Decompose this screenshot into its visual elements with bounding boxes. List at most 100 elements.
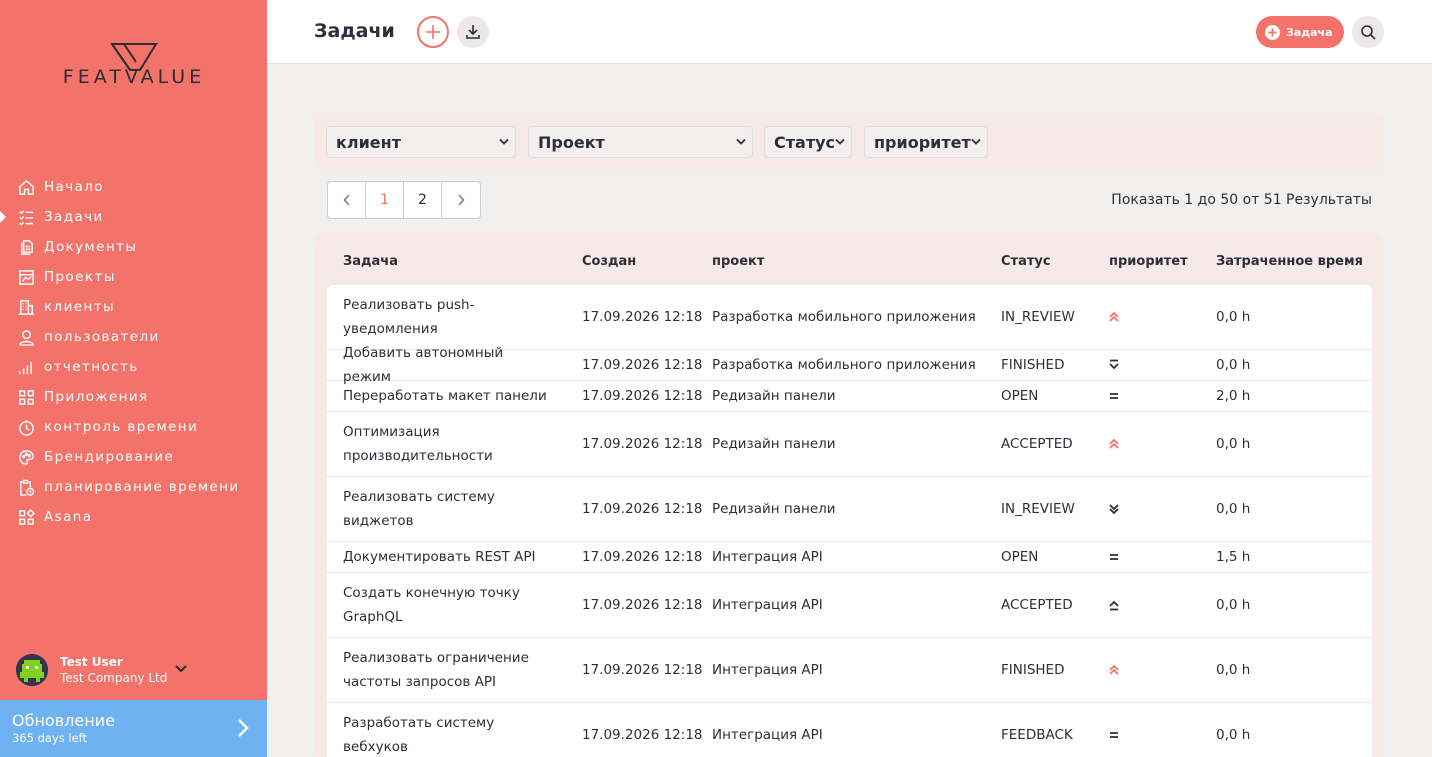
table-row[interactable]: Разработать систему вебхуков 17.09.2026 1… [327, 703, 1372, 757]
chevron-down-icon [499, 138, 509, 145]
avatar [16, 654, 48, 686]
column-header-priority[interactable]: приоритет [1109, 254, 1188, 269]
column-header-status[interactable]: Статус [1001, 254, 1051, 269]
time-spent-cell: 0,0 h [1216, 357, 1251, 373]
sidebar-item-documents[interactable]: Документы [0, 232, 267, 262]
status-cell: OPEN [1001, 549, 1039, 565]
column-header-task[interactable]: Задача [343, 254, 398, 269]
update-title: Обновление [12, 711, 115, 730]
priority-highest-icon [1107, 663, 1121, 677]
column-header-created[interactable]: Создан [582, 254, 636, 269]
project-cell: Редизайн панели [712, 388, 836, 404]
next-page-button[interactable] [442, 182, 480, 218]
created-cell: 17.09.2026 12:18 [582, 309, 703, 325]
sidebar-item-timer[interactable]: контроль времени [0, 412, 267, 442]
user-company: Test Company Ltd [60, 671, 168, 685]
reporting-icon [17, 358, 35, 376]
table-row[interactable]: Оптимизация производительности 17.09.2026… [327, 412, 1372, 477]
new-task-label: Задача [1286, 25, 1333, 39]
search-button[interactable] [1352, 16, 1384, 48]
status-cell: IN_REVIEW [1001, 309, 1075, 325]
task-name-cell[interactable]: Реализовать ограничение частоты запросов… [343, 646, 553, 694]
time-spent-cell: 0,0 h [1216, 501, 1251, 517]
created-cell: 17.09.2026 12:18 [582, 501, 703, 517]
table-row[interactable]: Документировать REST API 17.09.2026 12:18… [327, 542, 1372, 573]
sidebar-item-user[interactable]: пользователи [0, 322, 267, 352]
sidebar-item-reporting[interactable]: отчетность [0, 352, 267, 382]
page-1-button[interactable]: 1 [366, 182, 404, 218]
priority-medium-icon [1107, 728, 1121, 742]
task-name-cell[interactable]: Реализовать push-уведомления [343, 293, 553, 341]
table-row[interactable]: Переработать макет панели 17.09.2026 12:1… [327, 381, 1372, 412]
table-row[interactable]: Добавить автономный режим 17.09.2026 12:1… [327, 345, 1372, 385]
time-spent-cell: 0,0 h [1216, 436, 1251, 452]
table-row[interactable]: Создать конечную точку GraphQL 17.09.2026… [327, 573, 1372, 638]
table-row[interactable]: Реализовать ограничение частоты запросов… [327, 638, 1372, 703]
logo-text: FEATVALUE [62, 66, 206, 88]
search-icon [1361, 25, 1376, 40]
priority-filter-select[interactable]: приоритет [864, 126, 988, 158]
user-name: Test User [60, 655, 123, 669]
new-task-button[interactable]: Задача [1256, 16, 1344, 48]
status-cell: IN_REVIEW [1001, 501, 1075, 517]
palette-icon [17, 448, 35, 466]
featvalue-logo[interactable]: FEATVALUE [48, 40, 220, 90]
building-icon [17, 298, 35, 316]
user-menu[interactable]: Test User Test Company Ltd [16, 652, 256, 688]
sidebar-item-home[interactable]: Начало [0, 172, 267, 202]
chevron-down-icon [736, 138, 746, 145]
sidebar: FEATVALUE Начало Задачи Документы Проекты кл… [0, 0, 267, 757]
download-icon [466, 25, 480, 39]
project-cell: Редизайн панели [712, 436, 836, 452]
table-row[interactable]: Реализовать систему виджетов 17.09.2026 1… [327, 477, 1372, 542]
sidebar-item-label: Документы [44, 239, 138, 255]
page-2-button[interactable]: 2 [404, 182, 442, 218]
column-header-time[interactable]: Затраченное время [1216, 254, 1363, 269]
download-button[interactable] [457, 16, 489, 48]
sidebar-item-label: контроль времени [44, 419, 199, 435]
task-name-cell[interactable]: Разработать систему вебхуков [343, 711, 553, 757]
task-name-cell[interactable]: Переработать макет панели [343, 384, 553, 408]
sidebar-item-clipboard-clock[interactable]: планирование времени [0, 472, 267, 502]
filter-bar: клиент Проект Статус приоритет [315, 113, 1384, 169]
time-spent-cell: 0,0 h [1216, 662, 1251, 678]
time-spent-cell: 1,5 h [1216, 549, 1251, 565]
priority-lowest-icon [1107, 358, 1121, 372]
chevron-down-icon [971, 138, 981, 145]
created-cell: 17.09.2026 12:18 [582, 597, 703, 613]
chevron-left-icon [342, 194, 350, 206]
chevron-right-icon [237, 718, 249, 742]
status-filter-select[interactable]: Статус [764, 126, 852, 158]
sidebar-item-checklist[interactable]: Задачи [0, 202, 267, 232]
apps-icon [17, 388, 35, 406]
project-filter-select[interactable]: Проект [528, 126, 753, 158]
status-cell: ACCEPTED [1001, 436, 1073, 452]
sidebar-item-asana[interactable]: Asana [0, 502, 267, 532]
prev-page-button[interactable] [328, 182, 366, 218]
priority-low-icon [1107, 502, 1121, 516]
add-task-button[interactable] [417, 16, 449, 48]
sidebar-item-projects[interactable]: Проекты [0, 262, 267, 292]
update-banner[interactable]: Обновление 365 days left [0, 700, 267, 757]
sidebar-item-building[interactable]: клиенты [0, 292, 267, 322]
sidebar-item-label: Asana [44, 509, 93, 525]
task-name-cell[interactable]: Создать конечную точку GraphQL [343, 581, 553, 629]
sidebar-item-label: клиенты [44, 299, 116, 315]
projects-icon [17, 268, 35, 286]
sidebar-item-apps[interactable]: Приложения [0, 382, 267, 412]
client-filter-select[interactable]: клиент [326, 126, 516, 158]
table-body: Реализовать push-уведомления 17.09.2026 1… [327, 285, 1372, 757]
column-header-project[interactable]: проект [712, 254, 764, 269]
project-cell: Интеграция API [712, 727, 823, 743]
time-spent-cell: 2,0 h [1216, 388, 1251, 404]
task-name-cell[interactable]: Оптимизация производительности [343, 420, 553, 468]
chevron-down-icon[interactable] [175, 658, 188, 677]
task-name-cell[interactable]: Реализовать систему виджетов [343, 485, 553, 533]
created-cell: 17.09.2026 12:18 [582, 662, 703, 678]
timer-icon [17, 418, 35, 436]
sidebar-nav: Начало Задачи Документы Проекты клиенты польз… [0, 172, 267, 532]
status-cell: FINISHED [1001, 357, 1065, 373]
sidebar-item-palette[interactable]: Брендирование [0, 442, 267, 472]
task-name-cell[interactable]: Документировать REST API [343, 545, 553, 569]
time-spent-cell: 0,0 h [1216, 727, 1251, 743]
